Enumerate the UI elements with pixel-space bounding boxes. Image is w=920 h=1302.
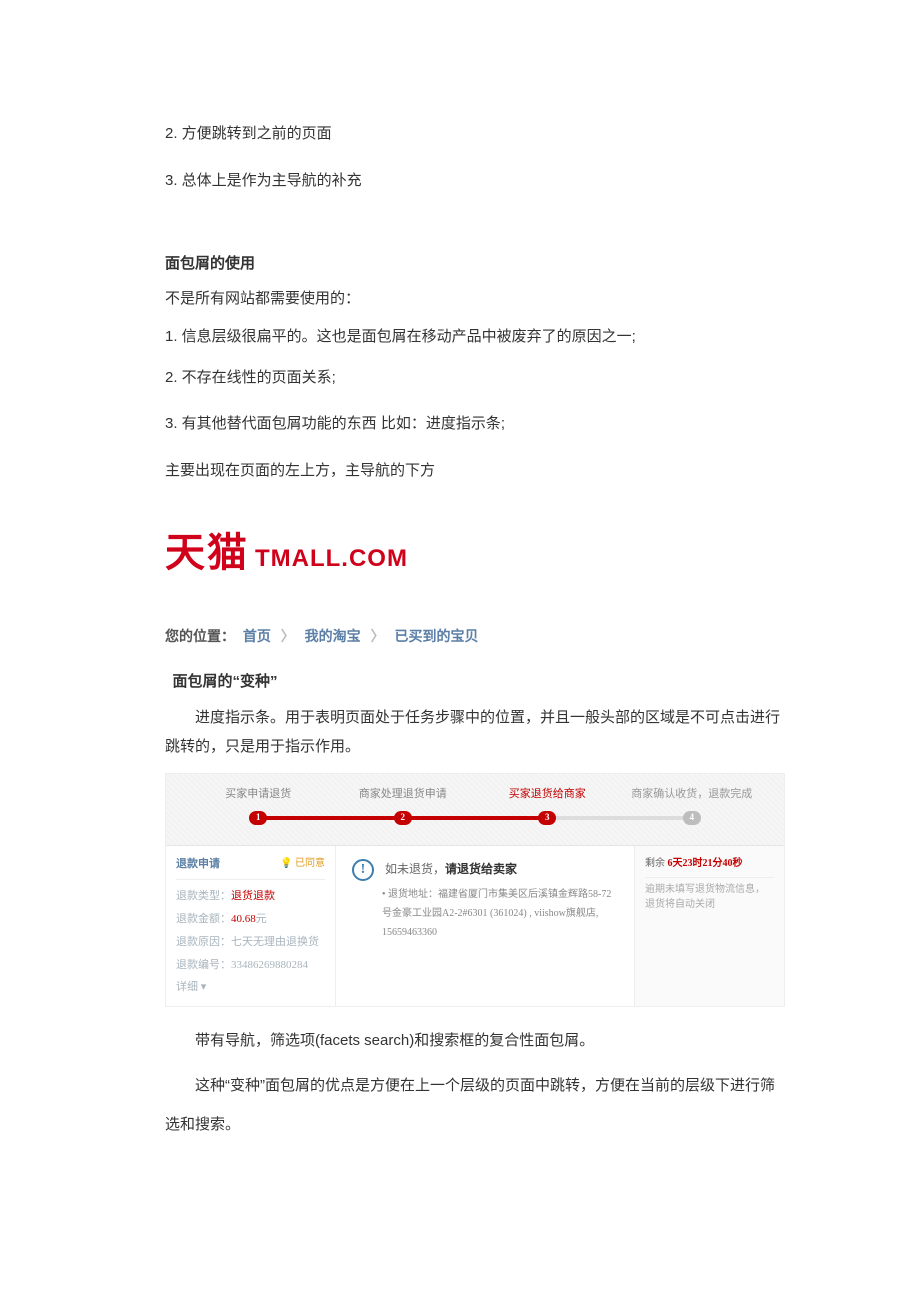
breadcrumb-sep: 〉 — [371, 628, 385, 644]
breadcrumb-prefix: 您的位置： — [165, 628, 235, 644]
body-text: 不是所有网站都需要使用的： — [165, 285, 785, 314]
body-text: 主要出现在页面的左上方，主导航的下方 — [165, 457, 785, 486]
body-text: 进度指示条。用于表明页面处于任务步骤中的位置，并且一般头部的区域是不可点击进行跳… — [165, 704, 785, 761]
progress-step: 买家申请退货 — [186, 784, 331, 811]
body-text: 2. 方便跳转到之前的页面 — [165, 120, 785, 149]
breadcrumb: 您的位置： 首页 〉 我的淘宝 〉 已买到的宝贝 — [165, 623, 785, 650]
details-toggle[interactable]: 详细 ▾ — [176, 977, 325, 998]
breadcrumb-sep: 〉 — [281, 628, 295, 644]
body-text: 3. 有其他替代面包屑功能的东西 比如：进度指示条; — [165, 410, 785, 439]
body-text: 3. 总体上是作为主导航的补充 — [165, 167, 785, 196]
tmall-logo-figure: 天猫 TMALL.COM — [165, 515, 785, 591]
progress-figure: 买家申请退货 商家处理退货申请 买家退货给商家 商家确认收货，退款完成 1 2 … — [165, 773, 785, 1007]
alert-icon: ! — [352, 859, 374, 881]
tmall-logo-cn: 天猫 — [165, 515, 249, 591]
step-knob: 4 — [683, 811, 701, 825]
tmall-logo-en: TMALL.COM — [255, 536, 408, 582]
refund-instruction: ! 如未退货，请退货给卖家 • 退货地址：福建省厦门市集美区后溪镇金辉路58-7… — [336, 846, 634, 1006]
breadcrumb-link-bought[interactable]: 已买到的宝贝 — [394, 628, 478, 644]
progress-step-current: 买家退货给商家 — [475, 784, 620, 811]
step-knob: 1 — [249, 811, 267, 825]
countdown-panel: 剩余 6天23时21分40秒 逾期未填写退货物流信息，退货将自动关闭 — [634, 846, 784, 1006]
breadcrumb-link-home[interactable]: 首页 — [243, 628, 271, 644]
step-knob-current: 3 — [538, 811, 556, 825]
tmall-logo: 天猫 TMALL.COM — [165, 515, 785, 591]
progress-step: 商家确认收货，退款完成 — [620, 784, 765, 811]
refund-summary: 退款申请 💡 已同意 退款类型：退货退款 退款金额：40.68元 退款原因：七天… — [166, 846, 336, 1006]
step-knob: 2 — [394, 811, 412, 825]
section-heading: 面包屑的使用 — [165, 250, 785, 279]
refund-status-tag: 💡 已同意 — [280, 854, 325, 875]
section-subheading: 面包屑的“变种” — [165, 668, 785, 697]
refund-heading: 退款申请 — [176, 854, 220, 875]
body-text: 2. 不存在线性的页面关系; — [165, 364, 785, 393]
body-text: 带有导航，筛选项(facets search)和搜索框的复合性面包屑。 — [165, 1027, 785, 1056]
progress-step: 商家处理退货申请 — [331, 784, 476, 811]
body-text: 这种“变种”面包屑的优点是方便在上一个层级的页面中跳转，方便在当前的层级下进行筛… — [165, 1066, 785, 1144]
breadcrumb-link-mytaobao[interactable]: 我的淘宝 — [305, 628, 361, 644]
body-text: 1. 信息层级很扁平的。这也是面包屑在移动产品中被废弃了的原因之一; — [165, 323, 785, 352]
